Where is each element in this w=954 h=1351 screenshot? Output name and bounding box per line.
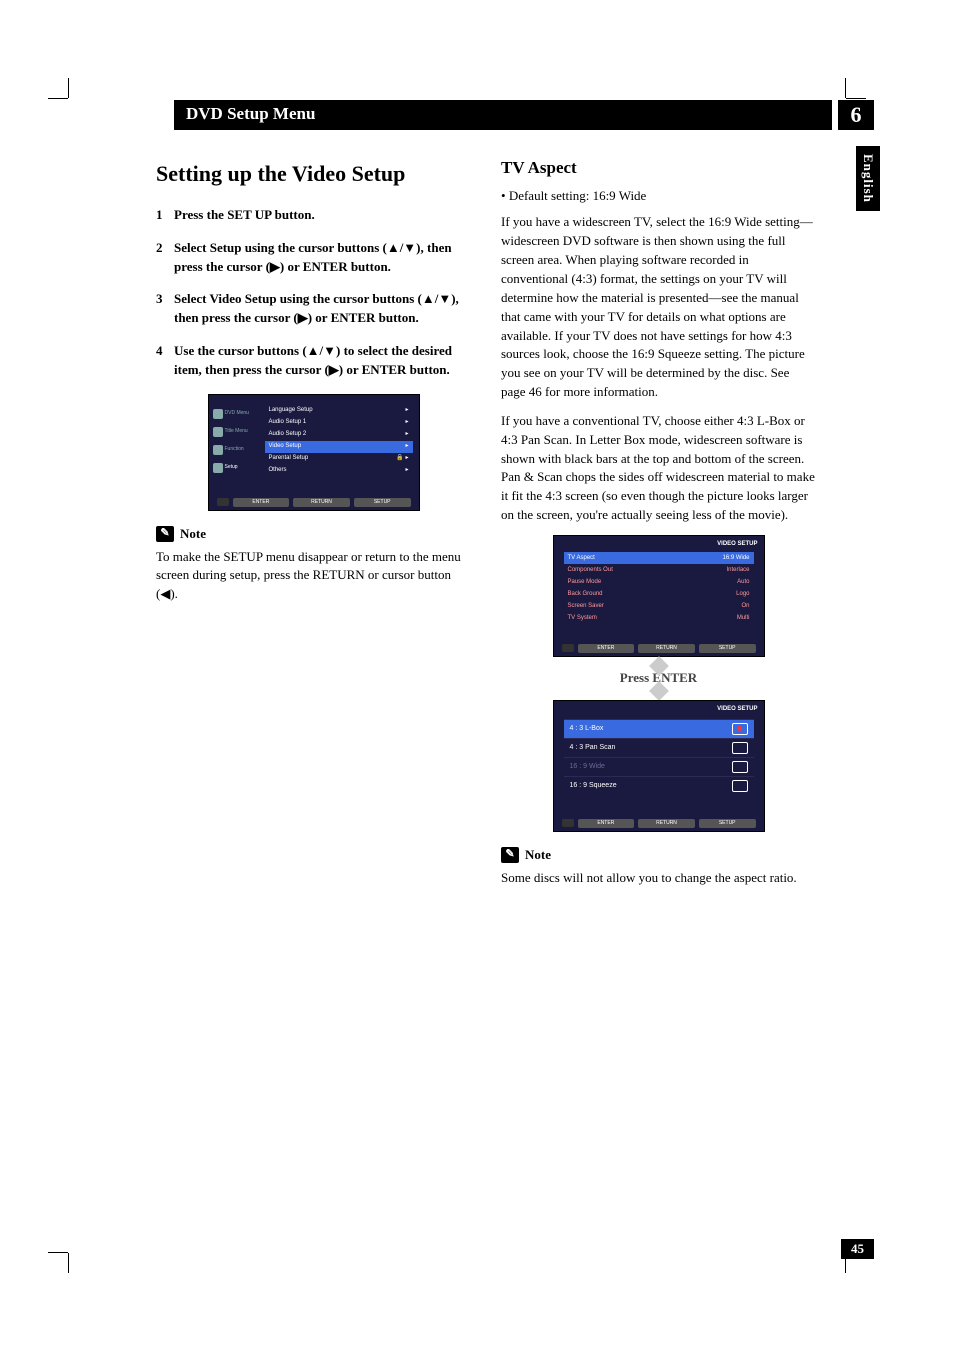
nav-icon (217, 498, 229, 506)
osd-header: VIDEO SETUP (717, 705, 757, 714)
step-number: 4 (156, 342, 174, 380)
osd-enter-button: ENTER (233, 498, 290, 507)
lock-icon: 🔒 (396, 455, 403, 461)
step-text: Select Video Setup using the cursor butt… (174, 290, 471, 328)
arrow-right-icon: ▸ (405, 455, 408, 461)
right-column: TV Aspect Default setting: 16:9 Wide If … (501, 148, 816, 888)
radio-icon (732, 723, 748, 735)
body-paragraph: If you have a widescreen TV, select the … (501, 213, 816, 401)
chapter-number: 6 (838, 100, 874, 130)
osd-header: VIDEO SETUP (717, 540, 757, 549)
left-column: Setting up the Video Setup 1Press the SE… (156, 148, 471, 888)
note-body: Some discs will not allow you to change … (501, 869, 816, 888)
page-number: 45 (841, 1239, 874, 1259)
step-text: Select Setup using the cursor buttons (▲… (174, 239, 471, 277)
dvd-icon (213, 409, 223, 419)
osd-setup-button: SETUP (354, 498, 411, 507)
osd-setup-button: SETUP (699, 644, 756, 653)
radio-icon (732, 780, 748, 792)
osd-enter-button: ENTER (578, 819, 635, 828)
note-heading: ✎ Note (156, 525, 471, 544)
osd-return-button: RETURN (638, 819, 695, 828)
nav-icon (562, 819, 574, 827)
nav-icon (562, 644, 574, 652)
step-number: 3 (156, 290, 174, 328)
osd-setup-menu: DVD Menu Title Menu Function Setup Langu… (208, 394, 420, 511)
function-icon (213, 445, 223, 455)
arrow-right-icon: ▸ (405, 466, 408, 475)
title-icon (213, 427, 223, 437)
subsection-heading: TV Aspect (501, 156, 816, 181)
body-paragraph: If you have a conventional TV, choose ei… (501, 412, 816, 525)
default-setting: Default setting: 16:9 Wide (501, 187, 816, 206)
pencil-icon: ✎ (156, 526, 174, 542)
step-number: 2 (156, 239, 174, 277)
gear-icon (213, 463, 223, 473)
press-enter-label: Press ENTER (501, 669, 816, 688)
osd-setup-button: SETUP (699, 819, 756, 828)
step-text: Use the cursor buttons (▲/▼) to select t… (174, 342, 471, 380)
chapter-header: DVD Setup Menu 6 (174, 100, 874, 130)
arrow-right-icon: ▸ (405, 418, 408, 427)
steps-list: 1Press the SET UP button. 2Select Setup … (156, 206, 471, 380)
radio-icon (732, 742, 748, 754)
section-heading: Setting up the Video Setup (156, 158, 471, 190)
chapter-title: DVD Setup Menu (174, 100, 832, 130)
arrow-right-icon: ▸ (405, 442, 408, 451)
osd-return-button: RETURN (638, 644, 695, 653)
arrow-right-icon: ▸ (405, 406, 408, 415)
note-heading: ✎ Note (501, 846, 816, 865)
note-body: To make the SETUP menu disappear or retu… (156, 548, 471, 605)
osd-enter-button: ENTER (578, 644, 635, 653)
arrow-right-icon: ▸ (405, 430, 408, 439)
pencil-icon: ✎ (501, 847, 519, 863)
osd-return-button: RETURN (293, 498, 350, 507)
osd-video-setup: VIDEO SETUP TV Aspect16:9 Wide Component… (553, 535, 765, 657)
osd-tv-aspect-options: VIDEO SETUP 4 : 3 L-Box 4 : 3 Pan Scan 1… (553, 700, 765, 832)
radio-icon (732, 761, 748, 773)
language-tab: English (856, 146, 880, 211)
step-text: Press the SET UP button. (174, 206, 315, 225)
step-number: 1 (156, 206, 174, 225)
